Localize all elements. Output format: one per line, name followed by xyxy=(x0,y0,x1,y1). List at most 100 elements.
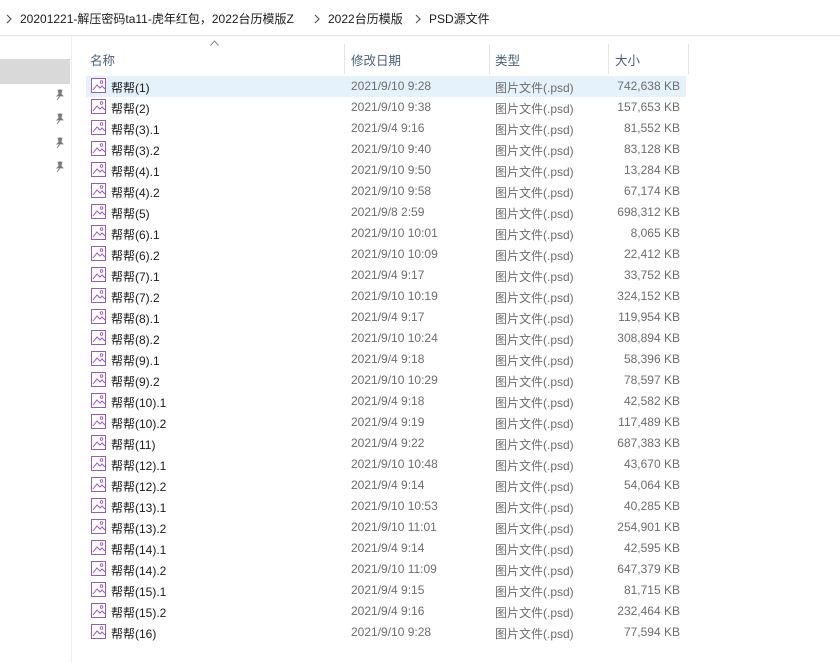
image-file-icon xyxy=(90,350,107,367)
file-date: 2021/9/10 9:58 xyxy=(351,184,432,198)
file-type: 图片文件(.psd) xyxy=(495,438,574,452)
column-type[interactable]: 类型 xyxy=(490,36,608,76)
file-row[interactable]: 帮帮(8).1 2021/9/4 9:17 图片文件(.psd) 119,954 KB xyxy=(86,307,686,328)
image-file-icon xyxy=(90,476,107,493)
file-row[interactable]: 帮帮(15).1 2021/9/4 9:15 图片文件(.psd) 81,715 KB xyxy=(86,580,686,601)
image-file-icon xyxy=(90,140,107,157)
file-date: 2021/9/4 9:14 xyxy=(351,478,425,492)
image-file-icon xyxy=(90,77,107,94)
file-type: 图片文件(.psd) xyxy=(495,627,574,641)
file-name: 帮帮(12).1 xyxy=(111,459,167,473)
file-row[interactable]: 帮帮(7).2 2021/9/10 10:19 图片文件(.psd) 324,152 … xyxy=(86,286,686,307)
file-size: 54,064 KB xyxy=(623,478,680,492)
file-size: 698,312 KB xyxy=(617,205,680,219)
file-name: 帮帮(9).1 xyxy=(111,354,160,368)
column-size[interactable]: 大小 xyxy=(609,36,689,76)
column-divider[interactable] xyxy=(688,44,689,74)
file-row[interactable]: 帮帮(12).1 2021/9/10 10:48 图片文件(.psd) 43,670 … xyxy=(86,454,686,475)
column-name[interactable]: 名称 xyxy=(73,36,345,76)
file-name: 帮帮(9).2 xyxy=(111,375,160,389)
file-row[interactable]: 帮帮(6).1 2021/9/10 10:01 图片文件(.psd) 8,065 KB xyxy=(86,223,686,244)
file-row[interactable]: 帮帮(1) 2021/9/10 9:28 图片文件(.psd) 742,638 KB xyxy=(86,76,686,97)
file-type: 图片文件(.psd) xyxy=(495,522,574,536)
file-size: 78,597 KB xyxy=(623,373,680,387)
file-row[interactable]: 帮帮(15).2 2021/9/4 9:16 图片文件(.psd) 232,464 K… xyxy=(86,601,686,622)
file-date: 2021/9/4 9:16 xyxy=(351,604,425,618)
pin-icon xyxy=(56,161,64,173)
file-row[interactable]: 帮帮(3).2 2021/9/10 9:40 图片文件(.psd) 83,128 KB xyxy=(86,139,686,160)
chevron-right-icon[interactable] xyxy=(312,14,322,24)
file-size: 119,954 KB xyxy=(618,310,680,324)
chevron-right-icon[interactable] xyxy=(4,14,14,24)
file-size: 157,653 KB xyxy=(617,100,680,114)
file-row[interactable]: 帮帮(11) 2021/9/4 9:22 图片文件(.psd) 687,383 KB xyxy=(86,433,686,454)
file-row[interactable]: 帮帮(10).1 2021/9/4 9:18 图片文件(.psd) 42,582 KB xyxy=(86,391,686,412)
file-size: 58,396 KB xyxy=(623,352,680,366)
file-size: 67,174 KB xyxy=(623,184,680,198)
file-row[interactable]: 帮帮(10).2 2021/9/4 9:19 图片文件(.psd) 117,489 K… xyxy=(86,412,686,433)
image-file-icon xyxy=(90,518,107,535)
file-row[interactable]: 帮帮(9).2 2021/9/10 10:29 图片文件(.psd) 78,597 K… xyxy=(86,370,686,391)
breadcrumb-item-2[interactable]: 2022台历模版 xyxy=(328,12,403,26)
image-file-icon xyxy=(90,392,107,409)
file-size: 13,284 KB xyxy=(623,163,680,177)
chevron-right-icon[interactable] xyxy=(413,14,423,24)
file-date: 2021/9/4 9:17 xyxy=(351,310,425,324)
file-name: 帮帮(8).1 xyxy=(111,312,160,326)
file-list: 帮帮(1) 2021/9/10 9:28 图片文件(.psd) 742,638 KB 帮… xyxy=(86,76,686,643)
file-size: 81,715 KB xyxy=(623,583,680,597)
image-file-icon xyxy=(90,266,107,283)
image-file-icon xyxy=(90,98,107,115)
file-size: 77,594 KB xyxy=(623,625,680,639)
file-row[interactable]: 帮帮(9).1 2021/9/4 9:18 图片文件(.psd) 58,396 KB xyxy=(86,349,686,370)
file-row[interactable]: 帮帮(14).2 2021/9/10 11:09 图片文件(.psd) 647,379… xyxy=(86,559,686,580)
file-row[interactable]: 帮帮(4).1 2021/9/10 9:50 图片文件(.psd) 13,284 KB xyxy=(86,160,686,181)
file-type: 图片文件(.psd) xyxy=(495,606,574,620)
file-row[interactable]: 帮帮(7).1 2021/9/4 9:17 图片文件(.psd) 33,752 KB xyxy=(86,265,686,286)
file-date: 2021/9/10 11:09 xyxy=(351,562,437,576)
file-row[interactable]: 帮帮(13).1 2021/9/10 10:53 图片文件(.psd) 40,285 … xyxy=(86,496,686,517)
file-name: 帮帮(2) xyxy=(111,102,150,116)
breadcrumb-item-3[interactable]: PSD源文件 xyxy=(429,12,490,26)
navigation-pane[interactable] xyxy=(0,36,72,663)
file-type: 图片文件(.psd) xyxy=(495,207,574,221)
column-date[interactable]: 修改日期 xyxy=(345,36,489,76)
file-name: 帮帮(15).1 xyxy=(111,585,167,599)
file-name: 帮帮(6).1 xyxy=(111,228,160,242)
file-size: 742,638 KB xyxy=(617,79,680,93)
file-row[interactable]: 帮帮(6).2 2021/9/10 10:09 图片文件(.psd) 22,412 K… xyxy=(86,244,686,265)
file-size: 22,412 KB xyxy=(623,247,680,261)
file-name: 帮帮(11) xyxy=(111,438,156,452)
file-name: 帮帮(5) xyxy=(111,207,150,221)
file-row[interactable]: 帮帮(13).2 2021/9/10 11:01 图片文件(.psd) 254,901… xyxy=(86,517,686,538)
breadcrumb-item-1[interactable]: 20201221-解压密码ta11-虎年红包，2022台历模版Z xyxy=(20,12,294,26)
column-name-label: 名称 xyxy=(90,54,116,68)
file-date: 2021/9/10 10:01 xyxy=(351,226,438,240)
address-bar[interactable]: 20201221-解压密码ta11-虎年红包，2022台历模版Z 2022台历模… xyxy=(0,0,840,36)
file-row[interactable]: 帮帮(16) 2021/9/10 9:28 图片文件(.psd) 77,594 KB xyxy=(86,622,686,643)
image-file-icon xyxy=(90,602,107,619)
file-date: 2021/9/10 10:19 xyxy=(351,289,438,303)
nav-item-selected[interactable] xyxy=(0,59,70,84)
file-row[interactable]: 帮帮(5) 2021/9/8 2:59 图片文件(.psd) 698,312 KB xyxy=(86,202,686,223)
file-type: 图片文件(.psd) xyxy=(495,165,574,179)
file-row[interactable]: 帮帮(12).2 2021/9/4 9:14 图片文件(.psd) 54,064 KB xyxy=(86,475,686,496)
file-name: 帮帮(7).2 xyxy=(111,291,160,305)
file-type: 图片文件(.psd) xyxy=(495,312,574,326)
file-type: 图片文件(.psd) xyxy=(495,375,574,389)
file-size: 324,152 KB xyxy=(617,289,680,303)
pin-icon xyxy=(56,137,64,149)
file-date: 2021/9/4 9:17 xyxy=(351,268,425,282)
file-date: 2021/9/10 10:53 xyxy=(351,499,438,513)
file-row[interactable]: 帮帮(2) 2021/9/10 9:38 图片文件(.psd) 157,653 KB xyxy=(86,97,686,118)
file-row[interactable]: 帮帮(14).1 2021/9/4 9:14 图片文件(.psd) 42,595 KB xyxy=(86,538,686,559)
file-row[interactable]: 帮帮(3).1 2021/9/4 9:16 图片文件(.psd) 81,552 KB xyxy=(86,118,686,139)
file-date: 2021/9/10 9:28 xyxy=(351,79,432,93)
image-file-icon xyxy=(90,119,107,136)
file-row[interactable]: 帮帮(4).2 2021/9/10 9:58 图片文件(.psd) 67,174 KB xyxy=(86,181,686,202)
file-row[interactable]: 帮帮(8).2 2021/9/10 10:24 图片文件(.psd) 308,894 … xyxy=(86,328,686,349)
file-date: 2021/9/4 9:22 xyxy=(351,436,425,450)
file-name: 帮帮(14).1 xyxy=(111,543,167,557)
file-date: 2021/9/10 10:09 xyxy=(351,247,438,261)
file-name: 帮帮(15).2 xyxy=(111,606,167,620)
